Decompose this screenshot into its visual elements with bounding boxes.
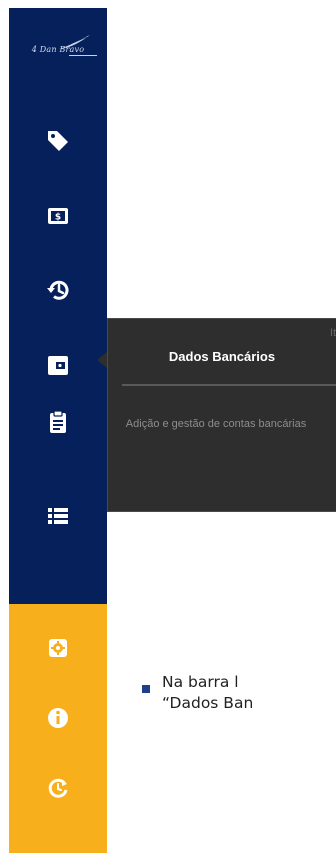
sidebar-item-settings[interactable] <box>9 626 107 670</box>
logo[interactable]: 4 Dan Bravo <box>9 8 107 108</box>
gear-icon <box>49 639 67 657</box>
sidebar-top-section: 4 Dan Bravo $ <box>9 8 107 604</box>
tooltip-divider <box>122 384 336 386</box>
info-icon <box>48 708 68 728</box>
instruction-text: Na barra l “Dados Ban <box>162 672 336 732</box>
sidebar: 4 Dan Bravo $ <box>9 8 107 853</box>
sidebar-item-info[interactable] <box>9 696 107 740</box>
tooltip-arrow <box>97 352 107 368</box>
instruction-line-2: “Dados Ban <box>162 694 254 712</box>
wallet-icon <box>48 356 68 375</box>
tooltip-title: Dados Bancários <box>168 349 276 364</box>
bullet-marker <box>142 685 150 693</box>
tooltip-description: Adição e gestão de contas bancárias <box>125 418 307 430</box>
refresh-clock-icon <box>48 778 68 798</box>
tooltip-header: Dados Bancários It <box>108 319 336 389</box>
clipboard-icon <box>50 410 66 433</box>
sidebar-item-reports[interactable] <box>9 400 107 444</box>
instruction-line-1: Na barra l <box>162 673 239 691</box>
tooltip-ghost-text: It <box>330 327 336 339</box>
sidebar-item-bank-data[interactable] <box>9 344 107 388</box>
sidebar-bottom-section <box>9 604 107 853</box>
sidebar-item-history[interactable] <box>9 268 107 312</box>
sidebar-item-list[interactable] <box>9 494 107 538</box>
sidebar-item-payments[interactable]: $ <box>9 194 107 238</box>
page: 4 Dan Bravo $ Dados Bancários It Adição … <box>0 0 336 855</box>
logo-underline <box>69 55 97 56</box>
dollar-bill-icon: $ <box>48 208 68 224</box>
tag-icon <box>48 131 68 151</box>
sidebar-item-pricing[interactable] <box>9 118 107 162</box>
svg-text:$: $ <box>55 213 61 223</box>
logo-text: 4 Dan Bravo <box>31 45 85 54</box>
history-icon <box>47 280 69 300</box>
sidebar-item-sync[interactable] <box>9 766 107 810</box>
list-icon <box>48 508 68 524</box>
tooltip: Dados Bancários It Adição e gestão de co… <box>107 318 336 512</box>
